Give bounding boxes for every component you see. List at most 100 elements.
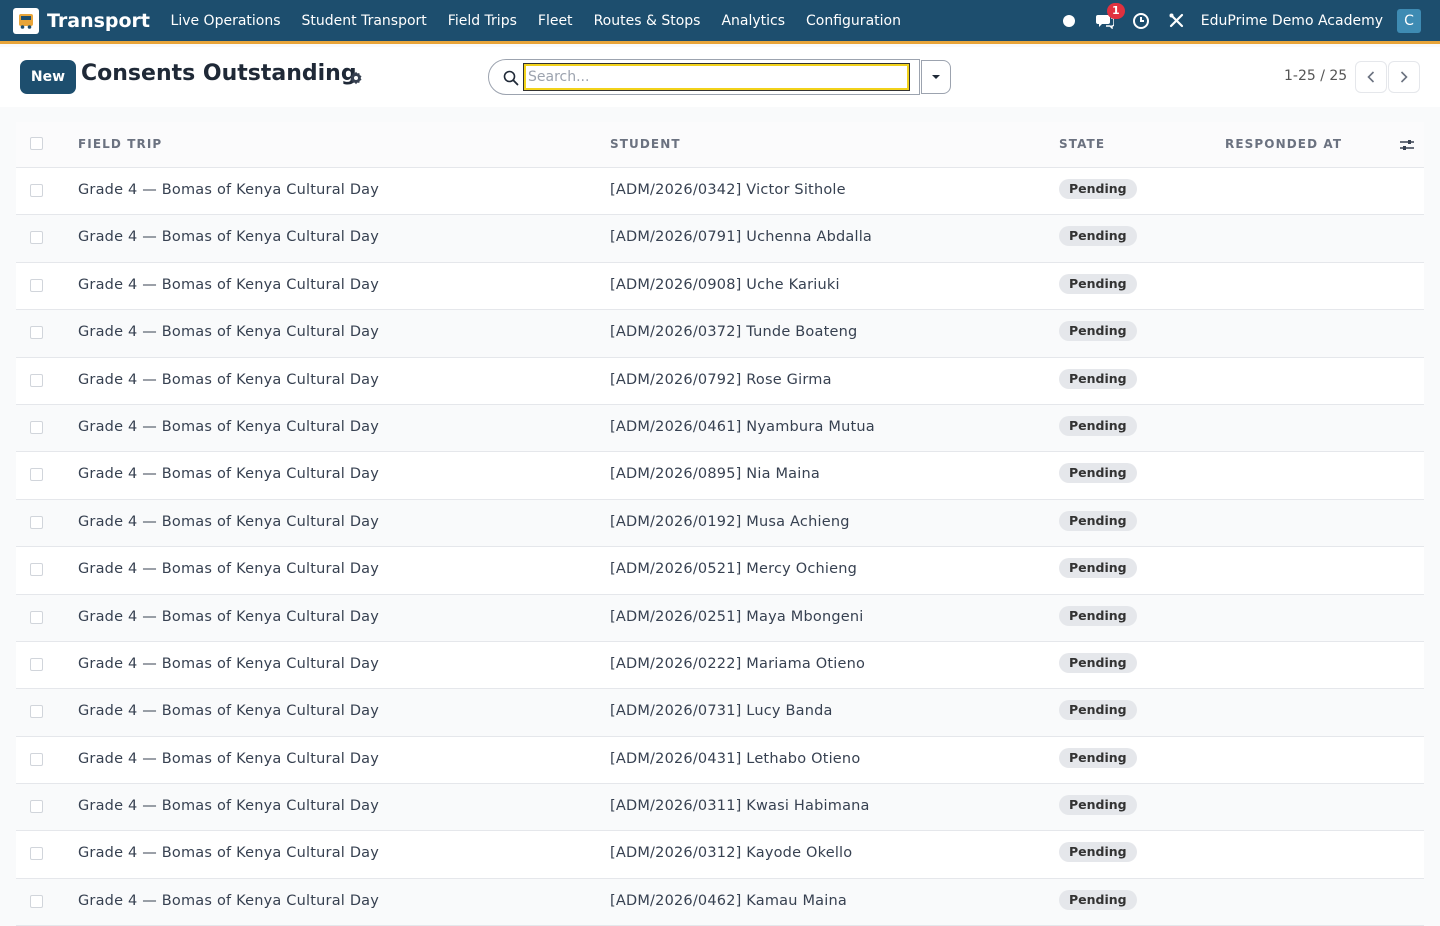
row-checkbox[interactable] bbox=[30, 563, 43, 577]
field-trip-cell[interactable]: Grade 4 — Bomas of Kenya Cultural Day bbox=[78, 277, 379, 293]
table-row[interactable]: Grade 4 — Bomas of Kenya Cultural Day [AD… bbox=[16, 404, 1424, 453]
pager-previous-button[interactable] bbox=[1355, 61, 1387, 93]
field-trip-cell[interactable]: Grade 4 — Bomas of Kenya Cultural Day bbox=[78, 751, 379, 767]
new-button[interactable]: New bbox=[20, 60, 76, 94]
field-trip-cell[interactable]: Grade 4 — Bomas of Kenya Cultural Day bbox=[78, 372, 379, 388]
field-trip-cell[interactable]: Grade 4 — Bomas of Kenya Cultural Day bbox=[78, 798, 379, 814]
pager-next-button[interactable] bbox=[1388, 61, 1420, 93]
table-row[interactable]: Grade 4 — Bomas of Kenya Cultural Day [AD… bbox=[16, 547, 1424, 595]
row-checkbox[interactable] bbox=[30, 231, 43, 245]
row-checkbox[interactable] bbox=[30, 184, 43, 197]
table-row[interactable]: Grade 4 — Bomas of Kenya Cultural Day [AD… bbox=[16, 642, 1424, 690]
field-trip-cell[interactable]: Grade 4 — Bomas of Kenya Cultural Day bbox=[78, 893, 379, 909]
row-checkbox[interactable] bbox=[30, 326, 43, 340]
control-panel: New Consents Outstanding 1-25 / 25 bbox=[0, 47, 1440, 107]
table-row[interactable]: Grade 4 — Bomas of Kenya Cultural Day [AD… bbox=[16, 784, 1424, 832]
status-badge: Pending bbox=[1059, 605, 1137, 626]
student-cell[interactable]: [ADM/2026/0521] Mercy Ochieng bbox=[610, 561, 857, 577]
student-cell[interactable]: [ADM/2026/0908] Uche Kariuki bbox=[610, 277, 840, 293]
table-row[interactable]: Grade 4 — Bomas of Kenya Cultural Day [AD… bbox=[16, 594, 1424, 642]
table-row[interactable]: Grade 4 — Bomas of Kenya Cultural Day [AD… bbox=[16, 310, 1424, 358]
list-view: FIELD TRIP STUDENT STATE RESPONDED AT Gr… bbox=[16, 122, 1424, 926]
gear-icon[interactable] bbox=[349, 70, 363, 85]
student-cell[interactable]: [ADM/2026/0431] Lethabo Otieno bbox=[610, 751, 860, 767]
table-row[interactable]: Grade 4 — Bomas of Kenya Cultural Day [AD… bbox=[16, 689, 1424, 737]
student-cell[interactable]: [ADM/2026/0895] Nia Maina bbox=[610, 466, 820, 482]
student-cell[interactable]: [ADM/2026/0461] Nyambura Mutua bbox=[610, 419, 875, 435]
user-avatar[interactable]: C bbox=[1397, 8, 1421, 33]
activity-clock-icon[interactable] bbox=[1131, 11, 1151, 31]
messages-icon[interactable]: 1 bbox=[1095, 2, 1125, 31]
search-input[interactable] bbox=[523, 63, 910, 91]
status-badge: Pending bbox=[1059, 226, 1137, 247]
field-trip-cell[interactable]: Grade 4 — Bomas of Kenya Cultural Day bbox=[78, 419, 379, 435]
row-checkbox[interactable] bbox=[30, 705, 43, 719]
field-trip-cell[interactable]: Grade 4 — Bomas of Kenya Cultural Day bbox=[78, 656, 379, 672]
table-row[interactable]: Grade 4 — Bomas of Kenya Cultural Day [AD… bbox=[16, 263, 1424, 311]
column-header-student[interactable]: STUDENT bbox=[610, 137, 681, 151]
row-checkbox[interactable] bbox=[30, 278, 43, 292]
student-cell[interactable]: [ADM/2026/0731] Lucy Banda bbox=[610, 703, 833, 719]
nav-item-student-transport[interactable]: Student Transport bbox=[291, 13, 437, 29]
row-checkbox[interactable] bbox=[30, 610, 43, 624]
field-trip-cell[interactable]: Grade 4 — Bomas of Kenya Cultural Day bbox=[78, 703, 379, 719]
field-trip-cell[interactable]: Grade 4 — Bomas of Kenya Cultural Day bbox=[78, 182, 379, 198]
student-cell[interactable]: [ADM/2026/0251] Maya Mbongeni bbox=[610, 609, 863, 625]
table-row[interactable]: Grade 4 — Bomas of Kenya Cultural Day [AD… bbox=[16, 215, 1424, 263]
row-checkbox[interactable] bbox=[30, 894, 43, 908]
field-trip-cell[interactable]: Grade 4 — Bomas of Kenya Cultural Day bbox=[78, 324, 379, 340]
nav-item-configuration[interactable]: Configuration bbox=[796, 13, 912, 29]
status-dot-icon[interactable] bbox=[1059, 11, 1079, 31]
app-logo-icon[interactable] bbox=[13, 7, 39, 34]
student-cell[interactable]: [ADM/2026/0222] Mariama Otieno bbox=[610, 656, 865, 672]
nav-item-field-trips[interactable]: Field Trips bbox=[437, 13, 527, 29]
row-checkbox[interactable] bbox=[30, 373, 43, 387]
field-trip-cell[interactable]: Grade 4 — Bomas of Kenya Cultural Day bbox=[78, 845, 379, 861]
field-trip-cell[interactable]: Grade 4 — Bomas of Kenya Cultural Day bbox=[78, 514, 379, 530]
table-row[interactable]: Grade 4 — Bomas of Kenya Cultural Day [AD… bbox=[16, 358, 1424, 405]
field-trip-cell[interactable]: Grade 4 — Bomas of Kenya Cultural Day bbox=[78, 561, 379, 577]
student-cell[interactable]: [ADM/2026/0312] Kayode Okello bbox=[610, 845, 852, 861]
select-all-checkbox[interactable] bbox=[30, 137, 43, 150]
field-trip-cell[interactable]: Grade 4 — Bomas of Kenya Cultural Day bbox=[78, 466, 379, 482]
table-row[interactable]: Grade 4 — Bomas of Kenya Cultural Day [AD… bbox=[16, 168, 1424, 216]
search-bar bbox=[488, 59, 920, 95]
field-trip-cell[interactable]: Grade 4 — Bomas of Kenya Cultural Day bbox=[78, 609, 379, 625]
row-checkbox[interactable] bbox=[30, 752, 43, 766]
student-cell[interactable]: [ADM/2026/0792] Rose Girma bbox=[610, 372, 832, 388]
status-badge: Pending bbox=[1059, 463, 1137, 484]
nav-item-fleet[interactable]: Fleet bbox=[527, 13, 583, 29]
table-row[interactable]: Grade 4 — Bomas of Kenya Cultural Day [AD… bbox=[16, 452, 1424, 500]
table-row[interactable]: Grade 4 — Bomas of Kenya Cultural Day [AD… bbox=[16, 737, 1424, 785]
optional-columns-icon[interactable] bbox=[1399, 137, 1415, 153]
row-checkbox[interactable] bbox=[30, 468, 43, 482]
search-options-toggle[interactable] bbox=[921, 60, 951, 94]
row-checkbox[interactable] bbox=[30, 800, 43, 814]
pager-value[interactable]: 1-25 / 25 bbox=[1284, 68, 1347, 84]
field-trip-cell[interactable]: Grade 4 — Bomas of Kenya Cultural Day bbox=[78, 229, 379, 245]
column-header-state[interactable]: STATE bbox=[1059, 137, 1105, 151]
column-header-field-trip[interactable]: FIELD TRIP bbox=[78, 137, 162, 151]
table-row[interactable]: Grade 4 — Bomas of Kenya Cultural Day [AD… bbox=[16, 499, 1424, 548]
row-checkbox[interactable] bbox=[30, 657, 43, 671]
student-cell[interactable]: [ADM/2026/0342] Victor Sithole bbox=[610, 182, 846, 198]
row-checkbox[interactable] bbox=[30, 847, 43, 861]
app-name[interactable]: Transport bbox=[47, 10, 150, 32]
tools-icon[interactable] bbox=[1167, 11, 1187, 31]
company-switcher[interactable]: EduPrime Demo Academy bbox=[1201, 13, 1383, 29]
nav-item-routes-stops[interactable]: Routes & Stops bbox=[583, 13, 711, 29]
nav-item-live-operations[interactable]: Live Operations bbox=[160, 13, 291, 29]
row-checkbox[interactable] bbox=[30, 515, 43, 529]
student-cell[interactable]: [ADM/2026/0311] Kwasi Habimana bbox=[610, 798, 870, 814]
nav-item-analytics[interactable]: Analytics bbox=[711, 13, 796, 29]
table-row[interactable]: Grade 4 — Bomas of Kenya Cultural Day [AD… bbox=[16, 831, 1424, 879]
table-header-row: FIELD TRIP STUDENT STATE RESPONDED AT bbox=[16, 122, 1424, 168]
student-cell[interactable]: [ADM/2026/0192] Musa Achieng bbox=[610, 514, 850, 530]
student-cell[interactable]: [ADM/2026/0791] Uchenna Abdalla bbox=[610, 229, 872, 245]
status-badge: Pending bbox=[1059, 273, 1137, 294]
row-checkbox[interactable] bbox=[30, 420, 43, 434]
column-header-responded-at[interactable]: RESPONDED AT bbox=[1225, 137, 1342, 151]
student-cell[interactable]: [ADM/2026/0372] Tunde Boateng bbox=[610, 324, 857, 340]
student-cell[interactable]: [ADM/2026/0462] Kamau Maina bbox=[610, 893, 847, 909]
table-row[interactable]: Grade 4 — Bomas of Kenya Cultural Day [AD… bbox=[16, 878, 1424, 926]
